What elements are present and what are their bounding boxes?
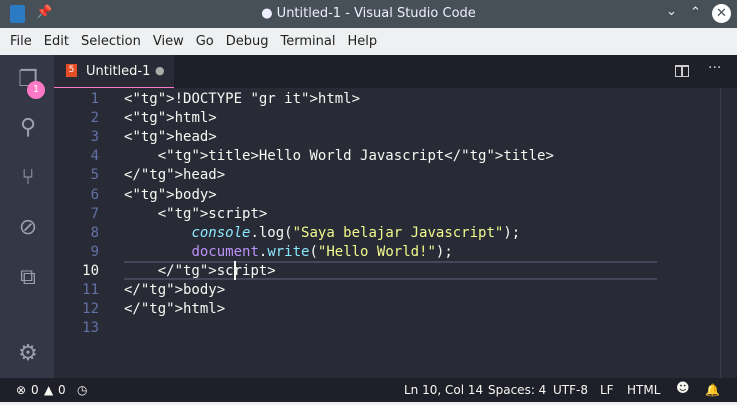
line-number: 7 [90,205,99,222]
code-line: <"tg">head> [124,129,217,146]
code-line: </"tg">script> [124,262,276,279]
notification-bell-icon[interactable]: 🔔 [705,383,720,397]
tab-bar: 5 Untitled-1 ● ··· [54,55,737,88]
window-title: ● Untitled-1 - Visual Studio Code [261,6,476,21]
code-line: <"tg">script> [124,205,268,222]
code-line: <"tg">html> [124,110,217,127]
feedback-smiley-icon[interactable]: ☻ [676,381,690,396]
menu-bar: File Edit Selection View Go Debug Termin… [0,28,737,55]
line-number: 8 [90,224,99,241]
error-count[interactable]: 0 [31,383,39,397]
menu-selection[interactable]: Selection [75,34,147,49]
line-number: 13 [82,320,99,337]
indentation[interactable]: Spaces: 4 [488,383,546,397]
line-number: 2 [90,110,99,127]
line-number: 9 [90,243,99,260]
status-bar: ⊗ 0 ▲ 0 ◷ Ln 10, Col 14 Spaces: 4 UTF-8 … [0,378,737,402]
code-line: document.write("Hello World!"); [191,243,453,260]
line-number: 1 [90,91,99,107]
code-line: <"tg">body> [124,186,217,203]
modified-dot-icon[interactable]: ● [155,64,165,77]
line-number: 4 [90,148,99,165]
menu-file[interactable]: File [4,34,38,49]
menu-debug[interactable]: Debug [220,34,275,49]
minimize-button[interactable]: ⌄ [666,4,677,19]
line-number: 10 [82,262,99,279]
warning-count[interactable]: 0 [58,383,66,397]
line-number: 3 [90,129,99,146]
code-line: </"tg">body> [124,282,226,298]
line-number: 6 [90,186,99,203]
error-icon[interactable]: ⊗ [16,383,26,397]
code-line: <"tg">title>Hello World Javascript</"tg"… [124,148,554,165]
line-number: 11 [82,282,99,298]
line-number: 12 [82,301,99,318]
menu-help[interactable]: Help [341,34,383,49]
explorer-badge: 1 [27,81,45,99]
cursor-position[interactable]: Ln 10, Col 14 [404,383,483,397]
debug-icon[interactable]: ⊘ [15,215,41,241]
html5-icon: 5 [66,64,77,77]
title-bar: 📌 ● Untitled-1 - Visual Studio Code ⌄ ⌃ … [0,0,737,28]
scrollbar[interactable] [720,88,721,378]
extensions-icon[interactable]: ⧉ [15,265,41,291]
search-icon[interactable]: ⚲ [15,115,41,141]
encoding[interactable]: UTF-8 [553,383,588,397]
code-line: console.log("Saya belajar Javascript"); [191,224,521,241]
gear-icon[interactable]: ⚙ [15,341,41,367]
line-ending[interactable]: LF [600,383,614,397]
menu-terminal[interactable]: Terminal [275,34,342,49]
split-divider [681,66,683,76]
warning-icon[interactable]: ▲ [44,383,53,397]
tab-untitled-1[interactable]: 5 Untitled-1 ● [54,55,174,88]
close-button[interactable]: ✕ [712,4,731,23]
menu-view[interactable]: View [147,34,190,49]
language-mode[interactable]: HTML [627,383,660,397]
source-control-icon[interactable]: ⑂ [15,165,41,191]
code-line: <"tg">!DOCTYPE "gr it">html> [124,91,361,107]
menu-go[interactable]: Go [190,34,220,49]
clock-icon[interactable]: ◷ [77,383,87,397]
line-number: 5 [90,167,99,184]
maximize-button[interactable]: ⌃ [690,5,701,20]
code-editor[interactable]: 1 <"tg">!DOCTYPE "gr it">html> 2 <"tg">html… [54,88,737,378]
tab-label: Untitled-1 [86,64,151,79]
activity-bar: ❐ 1 ⚲ ⑂ ⊘ ⧉ ⚙ [0,55,54,378]
more-actions-icon[interactable]: ··· [708,60,721,76]
code-line: </"tg">head> [124,167,226,184]
minimap[interactable] [657,88,705,378]
text-cursor [234,261,236,280]
menu-edit[interactable]: Edit [38,34,75,49]
code-line: </"tg">html> [124,301,226,318]
